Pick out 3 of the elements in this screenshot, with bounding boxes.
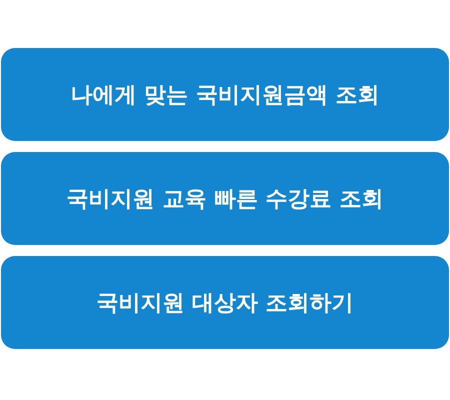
menu-button[interactable]: 국비지원 교육 빠른 수강료 조회 xyxy=(1,152,449,245)
menu-button[interactable]: 국비지원 대상자 조회하기 xyxy=(1,256,449,349)
menu-button[interactable]: 나에게 맞는 국비지원금액 조회 xyxy=(1,48,449,141)
